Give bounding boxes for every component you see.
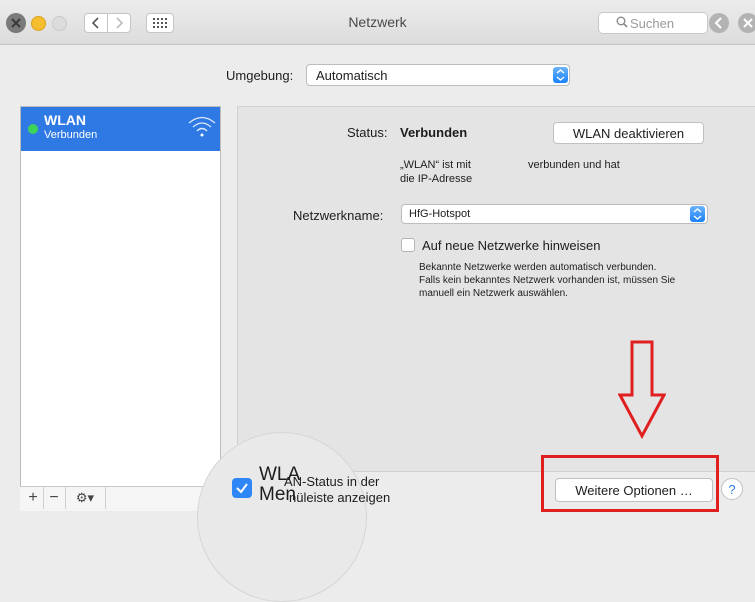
network-name-value: HfG-Hotspot (409, 208, 471, 220)
status-info-line: die IP-Adresse (400, 173, 473, 185)
location-stepper[interactable] (553, 67, 568, 83)
show-wifi-status-label[interactable]: AN-Status in der (284, 474, 379, 489)
magnifier-lens (197, 432, 367, 602)
search-placeholder: Suchen (630, 16, 675, 31)
action-menu-button[interactable]: ⚙▾ (65, 487, 106, 509)
chevron-left-icon (714, 17, 722, 29)
location-label: Umgebung: (226, 68, 294, 83)
location-value: Automatisch (316, 68, 388, 83)
red-arrow-annotation (618, 340, 666, 440)
status-info-line: verbunden und hat (528, 159, 620, 171)
search-back-button[interactable] (709, 13, 729, 33)
status-value: Verbunden (400, 125, 468, 140)
search-close-button[interactable] (738, 13, 755, 33)
advanced-options-button[interactable]: Weitere Optionen … (555, 478, 713, 502)
wifi-icon (188, 116, 216, 137)
show-wifi-status-checkbox[interactable] (232, 478, 252, 498)
status-info-line: „WLAN“ ist mit (400, 159, 471, 171)
help-text: Falls kein bekanntes Netzwerk vorhanden … (419, 275, 676, 286)
add-service-button[interactable]: + (23, 487, 44, 509)
network-name-label: Netzwerkname: (293, 208, 384, 223)
sidebar-item-status: Verbunden (44, 129, 98, 141)
remove-service-button[interactable]: − (43, 487, 66, 509)
updown-chevron-icon (556, 69, 565, 81)
sidebar-item-label: WLAN (44, 112, 86, 128)
help-text: Bekannte Netzwerke werden automatisch ve… (419, 262, 657, 273)
turn-wifi-off-button[interactable]: WLAN deaktivieren (553, 122, 704, 144)
help-button[interactable]: ? (721, 478, 743, 500)
help-text: manuell ein Netzwerk auswählen. (419, 288, 568, 299)
ask-new-networks-label[interactable]: Auf neue Netzwerke hinweisen (422, 238, 601, 253)
ask-new-networks-checkbox[interactable] (401, 238, 415, 252)
close-icon (743, 18, 753, 28)
connected-status-dot (28, 124, 38, 134)
status-label: Status: (347, 125, 388, 140)
network-stepper[interactable] (690, 206, 705, 222)
checkmark-icon (236, 483, 248, 494)
search-icon (616, 16, 628, 28)
updown-chevron-icon (693, 208, 702, 220)
show-wifi-status-label[interactable]: nüleiste anzeigen (289, 490, 390, 505)
service-list[interactable] (20, 106, 221, 510)
